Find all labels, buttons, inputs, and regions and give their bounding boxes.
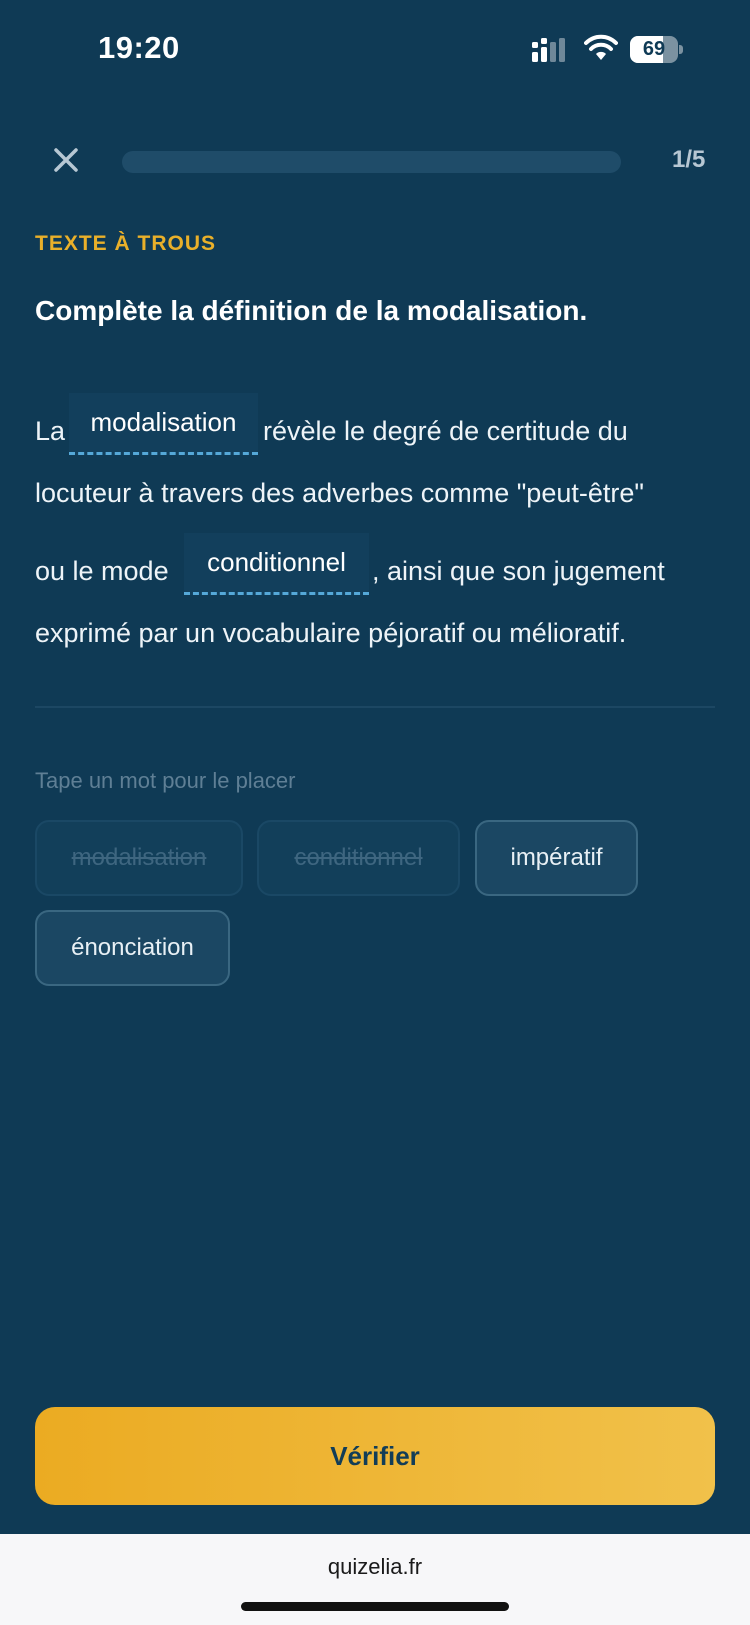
divider [35, 706, 715, 708]
verify-button-label: Vérifier [330, 1440, 420, 1471]
exercise-prompt: Complète la définition de la modalisatio… [35, 295, 588, 326]
status-time: 19:20 [98, 30, 180, 65]
blank-2[interactable]: conditionnel [184, 533, 369, 595]
status-bar: 19:20 69 [0, 0, 750, 100]
word-chip-imperatif[interactable]: impératif [475, 820, 638, 896]
word-chip-modalisation[interactable]: modalisation [35, 820, 243, 896]
battery-level: 69 [642, 38, 666, 60]
word-chip-label: impératif [510, 844, 603, 871]
blank-1[interactable]: modalisation [69, 393, 258, 455]
home-indicator[interactable] [241, 1602, 509, 1611]
sentence-text: exprimé par un vocabulaire péjoratif ou … [35, 618, 627, 648]
sentence-text: locuteur à travers des adverbes comme "p… [35, 478, 644, 508]
sentence-text: La [35, 416, 66, 446]
close-button[interactable] [48, 142, 84, 178]
word-chip-label: conditionnel [294, 844, 423, 871]
sentence-text: , ainsi que son jugement [372, 556, 665, 586]
close-icon [54, 148, 78, 172]
progress-bar [122, 151, 621, 173]
progress-count: 1/5 [672, 146, 706, 173]
battery-icon: 69 [630, 36, 683, 63]
word-chip-label: modalisation [71, 844, 207, 871]
sentence-text: ou le mode [35, 556, 169, 586]
word-chip-label: énonciation [71, 934, 194, 961]
word-chip-enonciation[interactable]: énonciation [35, 910, 230, 986]
signal-icon [532, 38, 565, 62]
blank-2-word: conditionnel [207, 547, 346, 577]
sentence-text: révèle le degré de certitude du [263, 416, 628, 446]
wifi-icon [584, 34, 618, 60]
blank-1-word: modalisation [90, 407, 237, 437]
exercise-type-label: TEXTE À TROUS [35, 232, 217, 255]
word-chip-conditionnel[interactable]: conditionnel [257, 820, 460, 896]
battery-body: 69 [630, 36, 678, 63]
browser-url[interactable]: quizelia.fr [0, 1554, 750, 1580]
battery-cap [679, 45, 683, 54]
word-bank-hint: Tape un mot pour le placer [35, 768, 296, 793]
verify-button[interactable]: Vérifier [35, 1407, 715, 1505]
